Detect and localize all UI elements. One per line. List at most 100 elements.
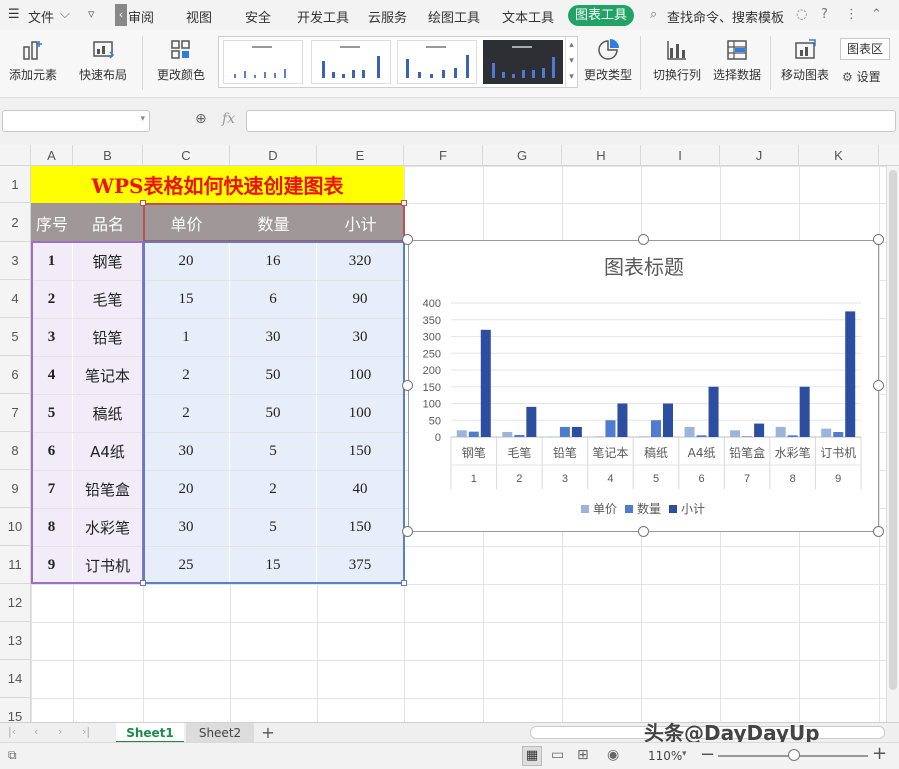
chart-container[interactable]: 图表标题 400 350 300 250 200 150 100 50 0 钢笔 1 毛笔 2 铅笔 3 笔记本… xyxy=(408,240,879,532)
collapse-icon[interactable]: ⌃ xyxy=(871,7,882,22)
menu-dev-tools[interactable]: 开发工具 xyxy=(297,7,349,26)
zoom-menu-icon[interactable]: ▾ xyxy=(682,749,687,759)
cell-qty[interactable]: 50 xyxy=(230,357,316,394)
cell-subtotal[interactable]: 150 xyxy=(317,433,403,470)
scroll-thumb[interactable] xyxy=(889,170,897,690)
chart-resize-handle[interactable] xyxy=(873,234,884,245)
page-layout-icon[interactable]: ▭ xyxy=(551,747,564,763)
row-header-2[interactable]: 2 xyxy=(0,203,30,242)
page-break-icon[interactable]: ⊞ xyxy=(577,747,589,763)
row-header-6[interactable]: 6 xyxy=(0,356,30,394)
chart-resize-handle[interactable] xyxy=(638,234,649,245)
row-header-11[interactable]: 11 xyxy=(0,546,30,584)
column-header-b[interactable]: B xyxy=(73,145,143,166)
cell-name[interactable]: 钢笔 xyxy=(73,243,142,280)
cell-qty[interactable]: 30 xyxy=(230,319,316,356)
selection-handle[interactable] xyxy=(401,580,407,586)
menu-cloud[interactable]: 云服务 xyxy=(368,7,407,26)
cell-subtotal[interactable]: 40 xyxy=(317,471,403,508)
row-header-1[interactable]: 1 xyxy=(0,166,30,203)
zoom-level[interactable]: 110% xyxy=(648,749,682,763)
cell-name[interactable]: 水彩笔 xyxy=(73,509,142,546)
title-cell[interactable]: WPS表格如何快速创建图表 xyxy=(31,166,404,203)
command-search[interactable]: 查找命令、搜索模板 xyxy=(667,7,784,26)
chart-area-selector[interactable]: 图表区 xyxy=(840,38,890,60)
tab-sheet1[interactable]: Sheet1 xyxy=(116,723,184,743)
chart-style-thumb-4[interactable] xyxy=(483,40,563,84)
quick-layout-button[interactable]: 快速布局 xyxy=(72,30,134,96)
row-header-12[interactable]: 12 xyxy=(0,584,30,622)
row-header-7[interactable]: 7 xyxy=(0,394,30,432)
cell-index[interactable]: 1 xyxy=(31,243,72,280)
zoom-slider-thumb[interactable] xyxy=(788,749,800,761)
selection-handle[interactable] xyxy=(140,200,146,206)
row-header-5[interactable]: 5 xyxy=(0,318,30,356)
menu-draw-tools[interactable]: 绘图工具 xyxy=(428,7,480,26)
menu-security[interactable]: 安全 xyxy=(245,7,271,26)
column-header-g[interactable]: G xyxy=(483,145,562,166)
gallery-scroll[interactable]: ▴ ▾ ▾ xyxy=(565,37,577,87)
column-header-i[interactable]: I xyxy=(641,145,720,166)
cell-name[interactable]: 铅笔 xyxy=(73,319,142,356)
zoom-out-button[interactable]: − xyxy=(700,744,715,765)
cell-price[interactable]: 2 xyxy=(143,357,229,394)
cell-qty[interactable]: 2 xyxy=(230,471,316,508)
menu-view[interactable]: 视图 xyxy=(186,7,212,26)
menu-chart-tools[interactable]: 图表工具 xyxy=(568,5,634,26)
last-sheet-icon[interactable]: ›| xyxy=(82,725,90,738)
zoom-in-button[interactable]: + xyxy=(872,743,887,764)
cell-subtotal[interactable]: 30 xyxy=(317,319,403,356)
cell-subtotal[interactable]: 375 xyxy=(317,547,403,584)
column-header-d[interactable]: D xyxy=(230,145,317,166)
cell-price[interactable]: 1 xyxy=(143,319,229,356)
row-header-8[interactable]: 8 xyxy=(0,432,30,470)
header-name[interactable]: 品名 xyxy=(73,203,143,242)
scroll-left-icon[interactable]: ‹ xyxy=(115,4,127,26)
menu-review[interactable]: 审阅 xyxy=(128,7,154,26)
chart-style-thumb-1[interactable] xyxy=(223,40,303,84)
header-qty[interactable]: 数量 xyxy=(230,203,317,242)
row-header-13[interactable]: 13 xyxy=(0,622,30,660)
chart-resize-handle[interactable] xyxy=(873,526,884,537)
cell-qty[interactable]: 5 xyxy=(230,433,316,470)
column-header-c[interactable]: C xyxy=(143,145,230,166)
change-type-button[interactable]: 更改类型 xyxy=(582,30,634,96)
tab-sheet2[interactable]: Sheet2 xyxy=(186,723,254,743)
cell-price[interactable]: 15 xyxy=(143,281,229,318)
more-icon[interactable]: ⋮ xyxy=(845,7,858,22)
chart-resize-handle[interactable] xyxy=(873,380,884,391)
chevron-down-icon[interactable]: ▾ xyxy=(140,114,145,124)
selection-handle[interactable] xyxy=(140,580,146,586)
cell-index[interactable]: 9 xyxy=(31,547,72,584)
zoom-search-icon[interactable]: ⊕ xyxy=(195,111,207,127)
cell-subtotal[interactable]: 100 xyxy=(317,357,403,394)
cell-name[interactable]: 笔记本 xyxy=(73,357,142,394)
row-header-4[interactable]: 4 xyxy=(0,280,30,318)
add-element-button[interactable]: 添加元素 xyxy=(4,30,62,96)
cell-price[interactable]: 30 xyxy=(143,433,229,470)
column-header-f[interactable]: F xyxy=(404,145,483,166)
normal-view-icon[interactable]: ▦ xyxy=(522,746,542,766)
cell-price[interactable]: 2 xyxy=(143,395,229,432)
cell-index[interactable]: 4 xyxy=(31,357,72,394)
cell-index[interactable]: 8 xyxy=(31,509,72,546)
move-chart-button[interactable]: 移动图表 xyxy=(776,30,834,96)
cell-qty[interactable]: 16 xyxy=(230,243,316,280)
cell-name[interactable]: 铅笔盒 xyxy=(73,471,142,508)
prev-sheet-icon[interactable]: ‹ xyxy=(34,725,38,738)
chart-resize-handle[interactable] xyxy=(402,234,413,245)
cell-name[interactable]: 稿纸 xyxy=(73,395,142,432)
hamburger-icon[interactable]: ☰ xyxy=(8,7,20,22)
fx-icon[interactable]: fx xyxy=(222,111,235,127)
cell-price[interactable]: 20 xyxy=(143,243,229,280)
column-header-a[interactable]: A xyxy=(31,145,73,166)
change-color-button[interactable]: 更改颜色 xyxy=(150,30,212,96)
name-box[interactable]: ▾ xyxy=(2,110,150,132)
cell-name[interactable]: A4纸 xyxy=(73,433,142,470)
selection-handle[interactable] xyxy=(401,200,407,206)
header-index[interactable]: 序号 xyxy=(31,203,73,242)
cell-qty[interactable]: 50 xyxy=(230,395,316,432)
first-sheet-icon[interactable]: |‹ xyxy=(8,725,16,738)
header-price[interactable]: 单价 xyxy=(143,203,230,242)
add-sheet-button[interactable]: + xyxy=(258,723,278,743)
